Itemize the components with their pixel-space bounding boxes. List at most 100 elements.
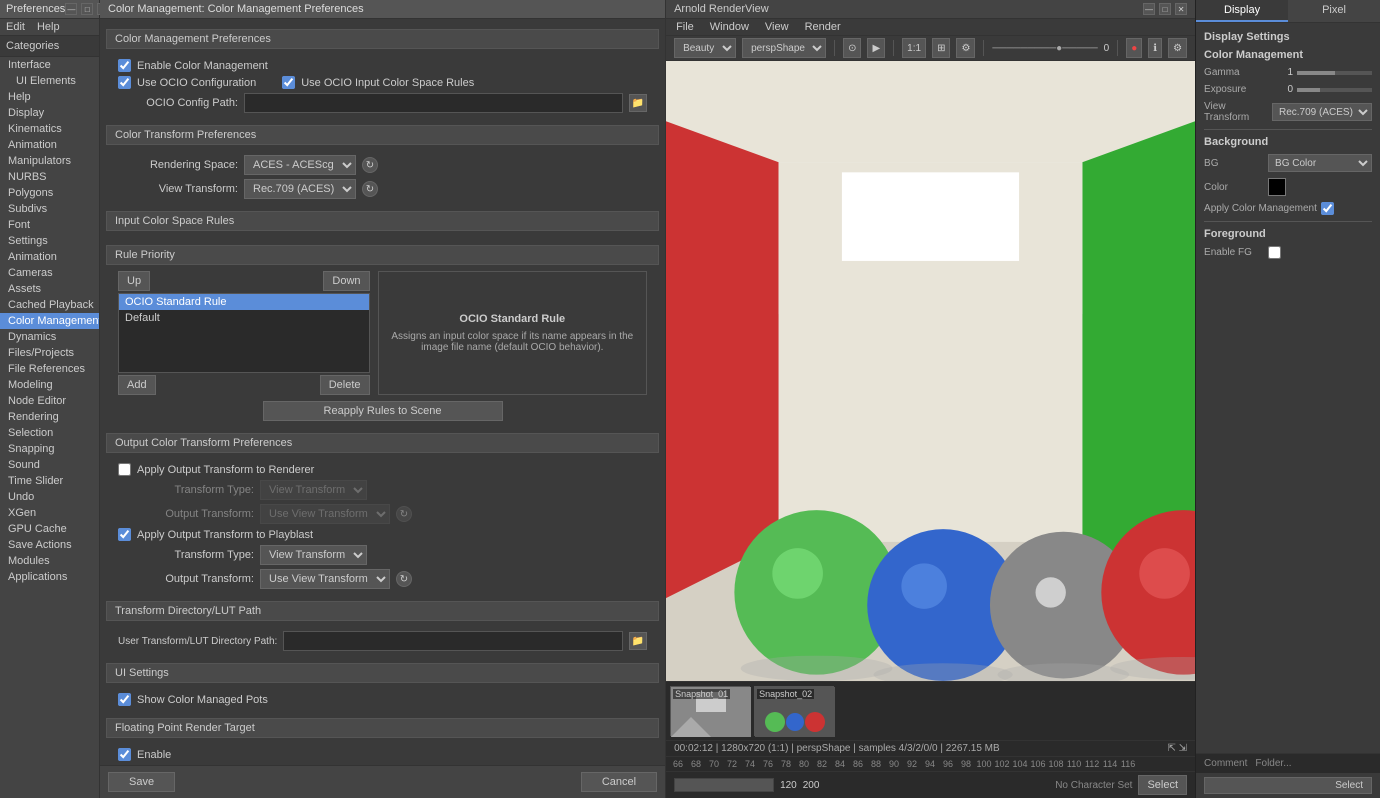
cat-item-animation[interactable]: Animation	[0, 137, 99, 153]
cat-item-dynamics[interactable]: Dynamics	[0, 329, 99, 345]
config-folder-btn[interactable]: 📁	[629, 94, 647, 112]
cat-item-display[interactable]: Display	[0, 105, 99, 121]
view-transform-display-dropdown[interactable]: Rec.709 (ACES)	[1272, 103, 1372, 121]
pb-transform-type-dropdown[interactable]: View Transform	[260, 545, 367, 565]
cat-item-node-editor[interactable]: Node Editor	[0, 393, 99, 409]
enable-fg-checkbox[interactable]	[1268, 246, 1281, 259]
cat-item-nurbs[interactable]: NURBS	[0, 169, 99, 185]
rendering-space-refresh[interactable]: ↻	[362, 157, 378, 173]
pb-output-refresh[interactable]: ↻	[396, 571, 412, 587]
rule-item-ocio[interactable]: OCIO Standard Rule	[119, 294, 369, 310]
delete-btn[interactable]: Delete	[320, 375, 370, 395]
render-btn[interactable]: ▶	[867, 38, 885, 58]
snapshot-01[interactable]: Snapshot_01	[670, 686, 750, 736]
cat-item-interface[interactable]: Interface	[0, 57, 99, 73]
cat-item-sound[interactable]: Sound	[0, 457, 99, 473]
cat-item-selection[interactable]: Selection	[0, 425, 99, 441]
apply-playblast-checkbox[interactable]	[118, 528, 131, 541]
cat-item-time-slider[interactable]: Time Slider	[0, 473, 99, 489]
menu-file[interactable]: File	[674, 21, 696, 33]
lut-path-input[interactable]: //FAB-SRV01/userfiles$/Eckhart.Piqueur/D…	[283, 631, 623, 651]
folder-label[interactable]: Folder...	[1255, 758, 1291, 769]
ocio-checkbox[interactable]	[118, 76, 131, 89]
cat-item-settings[interactable]: Settings	[0, 233, 99, 249]
arnold-timeline[interactable]: 6668707274767880828486889092949698100102…	[666, 756, 1195, 771]
lut-folder-btn[interactable]: 📁	[629, 632, 647, 650]
ocio-rules-checkbox[interactable]	[282, 76, 295, 89]
cat-item-gpu-cache[interactable]: GPU Cache	[0, 521, 99, 537]
cat-item-ui-elements[interactable]: UI Elements	[0, 73, 99, 89]
exposure-slider[interactable]	[1297, 88, 1372, 92]
apply-renderer-checkbox[interactable]	[118, 463, 131, 476]
menu-edit[interactable]: Edit	[4, 21, 27, 33]
ratio-btn[interactable]: 1:1	[902, 38, 926, 58]
cat-item-file-references[interactable]: File References	[0, 361, 99, 377]
rendering-space-dropdown[interactable]: ACES - ACEScg	[244, 155, 356, 175]
cat-item-font[interactable]: Font	[0, 217, 99, 233]
cat-item-cameras[interactable]: Cameras	[0, 265, 99, 281]
settings-btn[interactable]: ⚙	[956, 38, 975, 58]
tab-pixel[interactable]: Pixel	[1288, 0, 1380, 22]
cat-item-xgen[interactable]: XGen	[0, 505, 99, 521]
arnold-minimize[interactable]: —	[1143, 3, 1155, 15]
pb-output-transform-dropdown[interactable]: Use View Transform	[260, 569, 390, 589]
up-btn[interactable]: Up	[118, 271, 150, 291]
cancel-btn[interactable]: Cancel	[581, 772, 657, 792]
view-transform-refresh[interactable]: ↻	[362, 181, 378, 197]
snapshot-02[interactable]: Snapshot_02	[754, 686, 834, 736]
grid-btn[interactable]: ⊞	[932, 38, 950, 58]
rule-item-default[interactable]: Default	[119, 310, 369, 326]
menu-window[interactable]: Window	[708, 21, 751, 33]
reapply-btn[interactable]: Reapply Rules to Scene	[263, 401, 503, 421]
minimize-btn[interactable]: —	[65, 3, 77, 15]
cat-item-help[interactable]: Help	[0, 89, 99, 105]
cat-item-applications[interactable]: Applications	[0, 569, 99, 585]
apply-cm-checkbox[interactable]	[1321, 202, 1334, 215]
gamma-slider[interactable]	[1297, 71, 1372, 75]
float-enable-checkbox[interactable]	[118, 748, 131, 761]
menu-view[interactable]: View	[763, 21, 791, 33]
maximize-btn[interactable]: □	[81, 3, 93, 15]
display-select-btn[interactable]: Select	[1204, 777, 1372, 794]
cat-item-files/projects[interactable]: Files/Projects	[0, 345, 99, 361]
cat-item-snapping[interactable]: Snapping	[0, 441, 99, 457]
timeline-scrubber[interactable]	[674, 778, 774, 792]
camera-btn[interactable]: ⊙	[843, 38, 861, 58]
cat-item-modeling[interactable]: Modeling	[0, 377, 99, 393]
cat-item-assets[interactable]: Assets	[0, 281, 99, 297]
cat-item-color-management[interactable]: Color Management	[0, 313, 99, 329]
save-btn[interactable]: Save	[108, 772, 175, 792]
color-swatch[interactable]	[1268, 178, 1286, 196]
rule-priority-content: Rule Priority Up Down OCIO Standard Rule…	[106, 237, 659, 429]
timeline-num-68: 68	[688, 759, 704, 769]
arnold-close[interactable]: ✕	[1175, 3, 1187, 15]
select-btn[interactable]: Select	[1138, 775, 1187, 795]
menu-render[interactable]: Render	[803, 21, 843, 33]
cat-item-save-actions[interactable]: Save Actions	[0, 537, 99, 553]
settings2-btn[interactable]: ⚙	[1168, 38, 1187, 58]
cat-item-animation[interactable]: Animation	[0, 249, 99, 265]
cat-item-polygons[interactable]: Polygons	[0, 185, 99, 201]
cat-item-rendering[interactable]: Rendering	[0, 409, 99, 425]
cat-item-undo[interactable]: Undo	[0, 489, 99, 505]
cat-item-modules[interactable]: Modules	[0, 553, 99, 569]
frame2-value: 200	[803, 780, 820, 791]
bg-dropdown[interactable]: BG Color	[1268, 154, 1372, 172]
cat-item-kinematics[interactable]: Kinematics	[0, 121, 99, 137]
enable-checkbox[interactable]	[118, 59, 131, 72]
cat-item-cached-playback[interactable]: Cached Playback	[0, 297, 99, 313]
arnold-maximize[interactable]: □	[1159, 3, 1171, 15]
down-btn[interactable]: Down	[323, 271, 369, 291]
info-btn[interactable]: ℹ	[1148, 38, 1162, 58]
show-pots-checkbox[interactable]	[118, 693, 131, 706]
beauty-dropdown[interactable]: Beauty	[674, 38, 736, 58]
record-btn[interactable]: ●	[1126, 38, 1142, 58]
tab-display[interactable]: Display	[1196, 0, 1288, 22]
add-btn[interactable]: Add	[118, 375, 156, 395]
cat-item-subdivs[interactable]: Subdivs	[0, 201, 99, 217]
config-path-input[interactable]: C:/OpenColorIO-Configs/aces_1.2/config.o…	[244, 93, 623, 113]
menu-help[interactable]: Help	[35, 21, 62, 33]
persp-shape-dropdown[interactable]: perspShape	[742, 38, 826, 58]
view-transform-dropdown[interactable]: Rec.709 (ACES)	[244, 179, 356, 199]
cat-item-manipulators[interactable]: Manipulators	[0, 153, 99, 169]
